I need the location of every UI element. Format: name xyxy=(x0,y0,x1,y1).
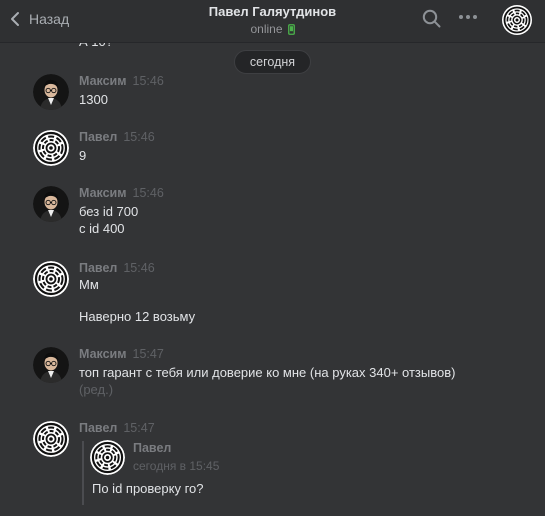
edited-label[interactable]: (ред.) xyxy=(79,382,113,397)
author-name[interactable]: Павел xyxy=(79,261,117,275)
reply-time[interactable]: сегодня в 15:45 xyxy=(133,459,219,473)
search-button[interactable] xyxy=(422,9,442,34)
message-time: 15:47 xyxy=(123,421,155,435)
author-name[interactable]: Максим xyxy=(79,347,127,361)
dot-icon xyxy=(466,15,470,19)
message-text: топ гарант с тебя или доверие ко мне (на… xyxy=(79,365,456,380)
message-text: Наверно 12 возьму xyxy=(79,309,196,324)
avatar[interactable] xyxy=(33,130,69,166)
message-text: 1300 xyxy=(79,92,108,107)
online-status: online xyxy=(0,22,545,36)
date-divider: сегодня xyxy=(234,50,311,74)
chat-avatar[interactable] xyxy=(501,4,533,40)
message-meta: Павел 15:46 xyxy=(79,130,155,144)
avatar[interactable] xyxy=(33,347,69,383)
author-name[interactable]: Павел xyxy=(79,421,117,435)
message-text: без id 700 xyxy=(79,204,139,219)
reply-text: По id проверку го? xyxy=(92,481,204,496)
message-meta: Максим 15:47 xyxy=(79,347,164,361)
message-time: 15:46 xyxy=(132,74,164,88)
mobile-phone-icon xyxy=(287,23,295,35)
avatar[interactable] xyxy=(33,261,69,297)
message-time: 15:46 xyxy=(123,261,155,275)
message-meta: Павел 15:47 xyxy=(79,421,155,435)
author-name[interactable]: Павел xyxy=(79,130,117,144)
message-meta: Павел 15:46 xyxy=(79,261,155,275)
reply-author[interactable]: Павел xyxy=(133,441,171,455)
search-icon xyxy=(422,9,441,28)
message-text: 9 xyxy=(79,148,87,163)
status-text: online xyxy=(250,22,283,36)
reply-avatar[interactable] xyxy=(90,440,125,475)
avatar[interactable] xyxy=(33,421,69,457)
message-time: 15:46 xyxy=(132,186,164,200)
chat-header-content: Назад Павел Галяутдинов online xyxy=(0,0,545,42)
author-name[interactable]: Максим xyxy=(79,186,127,200)
message-meta: Максим 15:46 xyxy=(79,186,164,200)
message-text: с id 400 xyxy=(79,221,125,236)
message-text: Мм xyxy=(79,277,99,292)
avatar[interactable] xyxy=(33,186,69,222)
avatar[interactable] xyxy=(33,74,69,110)
more-button[interactable] xyxy=(459,11,477,23)
message-time: 15:47 xyxy=(132,347,164,361)
message-time: 15:46 xyxy=(123,130,155,144)
author-name[interactable]: Максим xyxy=(79,74,127,88)
dot-icon xyxy=(459,15,463,19)
dot-icon xyxy=(473,15,477,19)
message-meta: Максим 15:46 xyxy=(79,74,164,88)
reply-quote-bar xyxy=(82,441,84,505)
